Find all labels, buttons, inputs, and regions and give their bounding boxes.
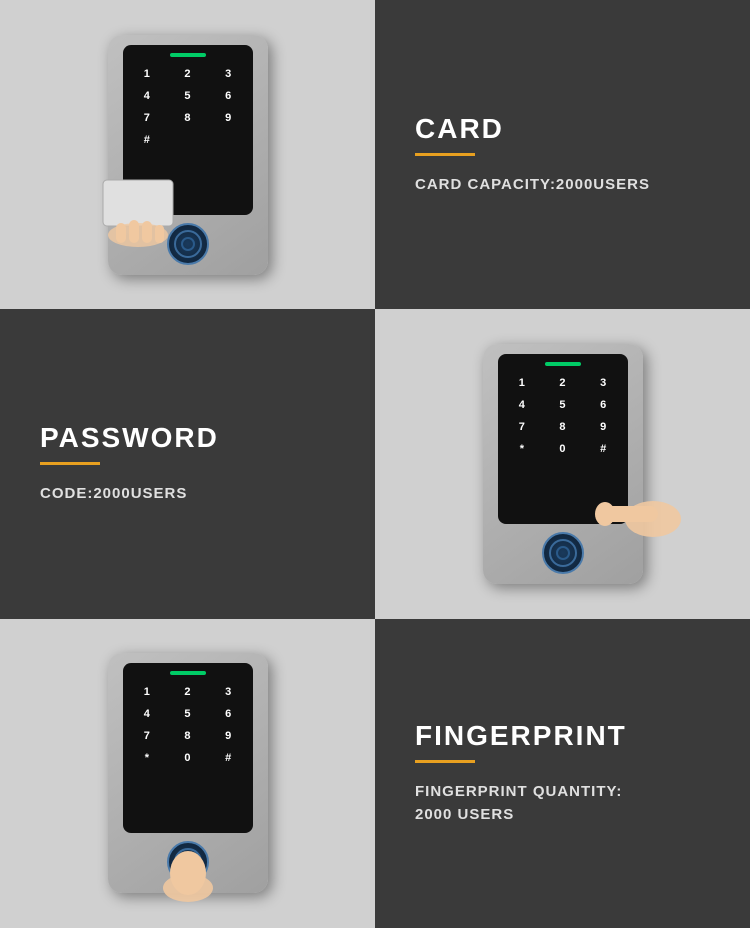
key-5b: 5 [544,396,581,414]
password-title: PASSWORD [40,422,335,454]
key-8b: 8 [544,418,581,436]
key-7: 7 [129,109,166,127]
card-image-cell: 1 2 3 4 5 6 7 8 9 # [0,0,375,309]
password-description: CODE:2000USERS [40,483,335,506]
fingerprint-sensor-2 [542,532,584,574]
key-4c: 4 [129,705,166,723]
thumb-pressing [153,843,223,903]
keypad-grid-2: 1 2 3 4 5 6 7 8 9 * 0 # [504,374,622,458]
key-1: 1 [129,65,166,83]
key-7b: 7 [504,418,541,436]
key-6c: 6 [210,705,247,723]
password-text-cell: PASSWORD CODE:2000USERS [0,309,375,618]
key-8: 8 [169,109,206,127]
key-hash-c: # [210,749,247,767]
keypad-grid-3: 1 2 3 4 5 6 7 8 9 * 0 # [129,683,247,767]
key-star-b: * [504,440,541,458]
card-title: CARD [415,113,710,145]
key-9: 9 [210,109,247,127]
key-6: 6 [210,87,247,105]
key-9b: 9 [585,418,622,436]
key-hash: # [129,131,166,149]
fingerprint-title-underline [415,760,475,763]
card-in-hand [98,175,198,255]
key-hash-b: # [585,440,622,458]
key-9c: 9 [210,727,247,745]
device-screen-3: 1 2 3 4 5 6 7 8 9 * 0 # [123,663,253,833]
key-1c: 1 [129,683,166,701]
key-0b: 0 [544,440,581,458]
fingerprint-description: FINGERPRINT QUANTITY:2000 USERS [415,781,710,826]
key-8c: 8 [169,727,206,745]
device-led-3 [170,671,206,675]
key-4: 4 [129,87,166,105]
key-0c: 0 [169,749,206,767]
device-led [170,53,206,57]
key-3c: 3 [210,683,247,701]
fingerprint-text-cell: FINGERPRINT FINGERPRINT QUANTITY:2000 US… [375,619,750,928]
key-2: 2 [169,65,206,83]
keypad-device-password: 1 2 3 4 5 6 7 8 9 * 0 # [483,344,643,584]
key-6b: 6 [585,396,622,414]
fingerprint-image-cell: 1 2 3 4 5 6 7 8 9 * 0 # [0,619,375,928]
pointing-finger [593,484,683,544]
key-3: 3 [210,65,247,83]
keypad-grid: 1 2 3 4 5 6 7 8 9 # [129,65,247,149]
device-led-2 [545,362,581,366]
fingerprint-title: FINGERPRINT [415,720,710,752]
key-4b: 4 [504,396,541,414]
key-2b: 2 [544,374,581,392]
key-star-c: * [129,749,166,767]
key-7c: 7 [129,727,166,745]
password-title-underline [40,462,100,465]
fp-ring-inner-2 [556,546,570,560]
key-2c: 2 [169,683,206,701]
key-5c: 5 [169,705,206,723]
key-3b: 3 [585,374,622,392]
card-description: CARD CAPACITY:2000USERS [415,174,710,197]
password-image-cell: 1 2 3 4 5 6 7 8 9 * 0 # [375,309,750,618]
key-5: 5 [169,87,206,105]
card-title-underline [415,153,475,156]
card-text-cell: CARD CARD CAPACITY:2000USERS [375,0,750,309]
key-1b: 1 [504,374,541,392]
